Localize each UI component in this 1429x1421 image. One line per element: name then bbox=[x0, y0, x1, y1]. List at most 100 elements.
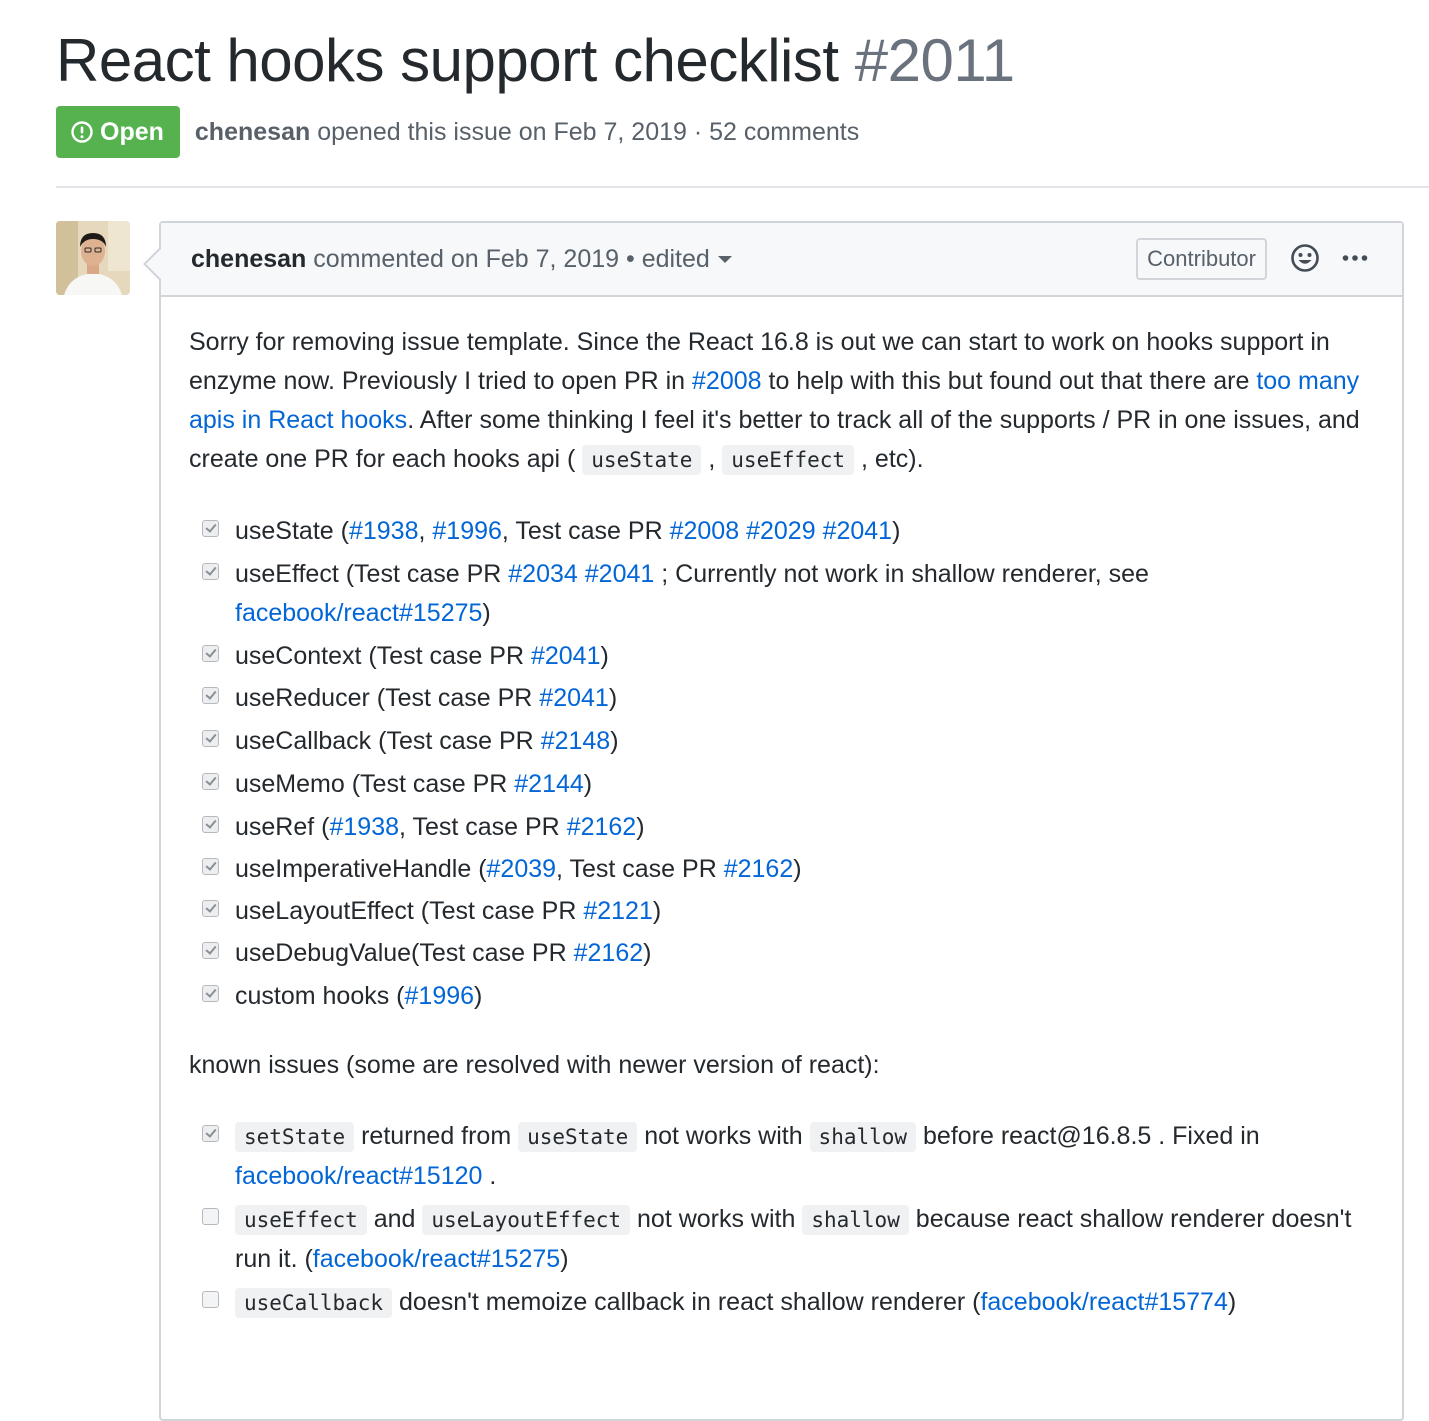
intro-text: , etc). bbox=[854, 445, 924, 473]
comment-box: chenesan commented on Feb 7, 2019 • edit… bbox=[143, 221, 1404, 1421]
checked-checkbox[interactable] bbox=[202, 942, 219, 959]
reference-link[interactable]: #2148 bbox=[541, 727, 611, 755]
inline-code: useLayoutEffect bbox=[422, 1205, 631, 1235]
comment-timestamp[interactable]: commented on Feb 7, 2019 • edited bbox=[313, 245, 710, 273]
contributor-badge: Contributor bbox=[1136, 238, 1267, 280]
chevron-down-icon[interactable] bbox=[717, 256, 732, 264]
task-text: ) bbox=[608, 684, 618, 712]
comment-header: chenesan commented on Feb 7, 2019 • edit… bbox=[161, 223, 1402, 297]
reference-link[interactable]: #2034 bbox=[508, 560, 578, 588]
task-text: custom hooks ( bbox=[235, 982, 405, 1010]
reference-link[interactable]: #2041 bbox=[823, 517, 893, 545]
checked-checkbox[interactable] bbox=[202, 816, 219, 833]
task-text: before react@16.8.5 . Fixed in bbox=[916, 1122, 1260, 1150]
task-text: not works with bbox=[630, 1205, 803, 1233]
smiley-icon bbox=[1291, 244, 1319, 272]
task-text: ) bbox=[652, 897, 662, 925]
checked-checkbox[interactable] bbox=[202, 687, 219, 704]
reference-link[interactable]: #1938 bbox=[349, 517, 419, 545]
issue-opened-info: chenesan opened this issue on Feb 7, 201… bbox=[195, 118, 859, 147]
status-badge: Open bbox=[56, 106, 180, 158]
comment-author-link[interactable]: chenesan bbox=[191, 245, 306, 273]
task-list-item: useState (#1938, #1996, Test case PR #20… bbox=[189, 512, 1362, 551]
task-text: ) bbox=[892, 517, 901, 545]
task-text: , Test case PR bbox=[399, 813, 567, 841]
task-text: useRef ( bbox=[235, 813, 330, 841]
task-text: useLayoutEffect (Test case PR bbox=[235, 897, 584, 925]
reference-link[interactable]: #2162 bbox=[574, 939, 644, 967]
reference-link[interactable]: #2041 bbox=[539, 684, 609, 712]
checked-checkbox[interactable] bbox=[202, 645, 219, 662]
checked-checkbox[interactable] bbox=[202, 730, 219, 747]
task-text: useImperativeHandle ( bbox=[235, 855, 487, 883]
task-list-item: useDebugValue(Test case PR #2162) bbox=[189, 934, 1362, 973]
task-list-item: setState returned from useState not work… bbox=[189, 1117, 1362, 1196]
issue-opened-icon bbox=[71, 121, 93, 143]
avatar[interactable] bbox=[56, 221, 130, 295]
task-text: useCallback (Test case PR bbox=[235, 727, 541, 755]
unchecked-checkbox[interactable] bbox=[202, 1208, 219, 1225]
intro-text: , bbox=[701, 445, 723, 473]
task-text: and bbox=[366, 1205, 423, 1233]
reference-link[interactable]: facebook/react#15275 bbox=[313, 1245, 560, 1273]
reference-link[interactable]: #2121 bbox=[583, 897, 653, 925]
reference-link[interactable]: #1938 bbox=[329, 813, 399, 841]
checked-checkbox[interactable] bbox=[202, 563, 219, 580]
checked-checkbox[interactable] bbox=[202, 773, 219, 790]
task-text: ) bbox=[600, 642, 609, 670]
reference-link[interactable]: #2029 bbox=[746, 517, 816, 545]
reference-link[interactable]: #2041 bbox=[531, 642, 601, 670]
intro-paragraph: Sorry for removing issue template. Since… bbox=[189, 323, 1362, 480]
task-list-item: useContext (Test case PR #2041) bbox=[189, 637, 1362, 676]
task-list-item: useLayoutEffect (Test case PR #2121) bbox=[189, 892, 1362, 931]
task-text: useEffect (Test case PR bbox=[235, 560, 509, 588]
reference-link[interactable]: #1996 bbox=[432, 517, 502, 545]
reference-link[interactable]: facebook/react#15275 bbox=[235, 599, 482, 627]
task-text: useDebugValue(Test case PR bbox=[235, 939, 574, 967]
reference-link[interactable]: #2162 bbox=[724, 855, 794, 883]
reference-link[interactable]: facebook/react#15120 bbox=[235, 1162, 482, 1190]
more-options-button[interactable] bbox=[1342, 243, 1368, 281]
unchecked-checkbox[interactable] bbox=[202, 1291, 219, 1308]
reference-link[interactable]: #2008 bbox=[670, 517, 740, 545]
checked-checkbox[interactable] bbox=[202, 985, 219, 1002]
task-text: ) bbox=[610, 727, 619, 755]
task-text: . bbox=[482, 1162, 497, 1190]
reference-link[interactable]: facebook/react#15774 bbox=[980, 1288, 1227, 1316]
checked-checkbox[interactable] bbox=[202, 1125, 219, 1142]
task-text: ) bbox=[636, 813, 645, 841]
intro-text: to help with this but found out that the… bbox=[761, 367, 1257, 395]
inline-code: useState bbox=[582, 445, 702, 475]
reference-link[interactable]: #2162 bbox=[567, 813, 637, 841]
comment-caret-fill bbox=[146, 249, 161, 279]
task-list-item: useReducer (Test case PR #2041) bbox=[189, 679, 1362, 718]
inline-code: shallow bbox=[802, 1205, 909, 1235]
checked-checkbox[interactable] bbox=[202, 900, 219, 917]
reference-link[interactable]: #2039 bbox=[487, 855, 557, 883]
issue-link[interactable]: #2008 bbox=[692, 367, 762, 395]
task-text: ) bbox=[643, 939, 652, 967]
task-text: useReducer (Test case PR bbox=[235, 684, 540, 712]
inline-code: useState bbox=[518, 1122, 638, 1152]
header-divider bbox=[56, 186, 1429, 188]
task-list-item: useRef (#1938, Test case PR #2162) bbox=[189, 808, 1362, 847]
comment-body: Sorry for removing issue template. Since… bbox=[189, 323, 1362, 1323]
task-text: ) bbox=[1227, 1288, 1237, 1316]
task-text: , Test case PR bbox=[556, 855, 724, 883]
task-text: not works with bbox=[637, 1122, 810, 1150]
task-list-item: useCallback (Test case PR #2148) bbox=[189, 722, 1362, 761]
checked-checkbox[interactable] bbox=[202, 520, 219, 537]
avatar-image bbox=[56, 221, 130, 295]
inline-code: useEffect bbox=[722, 445, 855, 475]
checked-checkbox[interactable] bbox=[202, 858, 219, 875]
issue-author-link[interactable]: chenesan bbox=[195, 118, 310, 146]
task-list-item: useMemo (Test case PR #2144) bbox=[189, 765, 1362, 804]
task-list-item: custom hooks (#1996) bbox=[189, 977, 1362, 1016]
reference-link[interactable]: #2144 bbox=[514, 770, 584, 798]
add-reaction-button[interactable] bbox=[1290, 243, 1320, 280]
task-list-item: useEffect and useLayoutEffect not works … bbox=[189, 1200, 1362, 1279]
task-list-item: useCallback doesn't memoize callback in … bbox=[189, 1283, 1362, 1323]
reference-link[interactable]: #1996 bbox=[405, 982, 475, 1010]
task-list-item: useEffect (Test case PR #2034 #2041 ; Cu… bbox=[189, 555, 1362, 633]
reference-link[interactable]: #2041 bbox=[585, 560, 655, 588]
